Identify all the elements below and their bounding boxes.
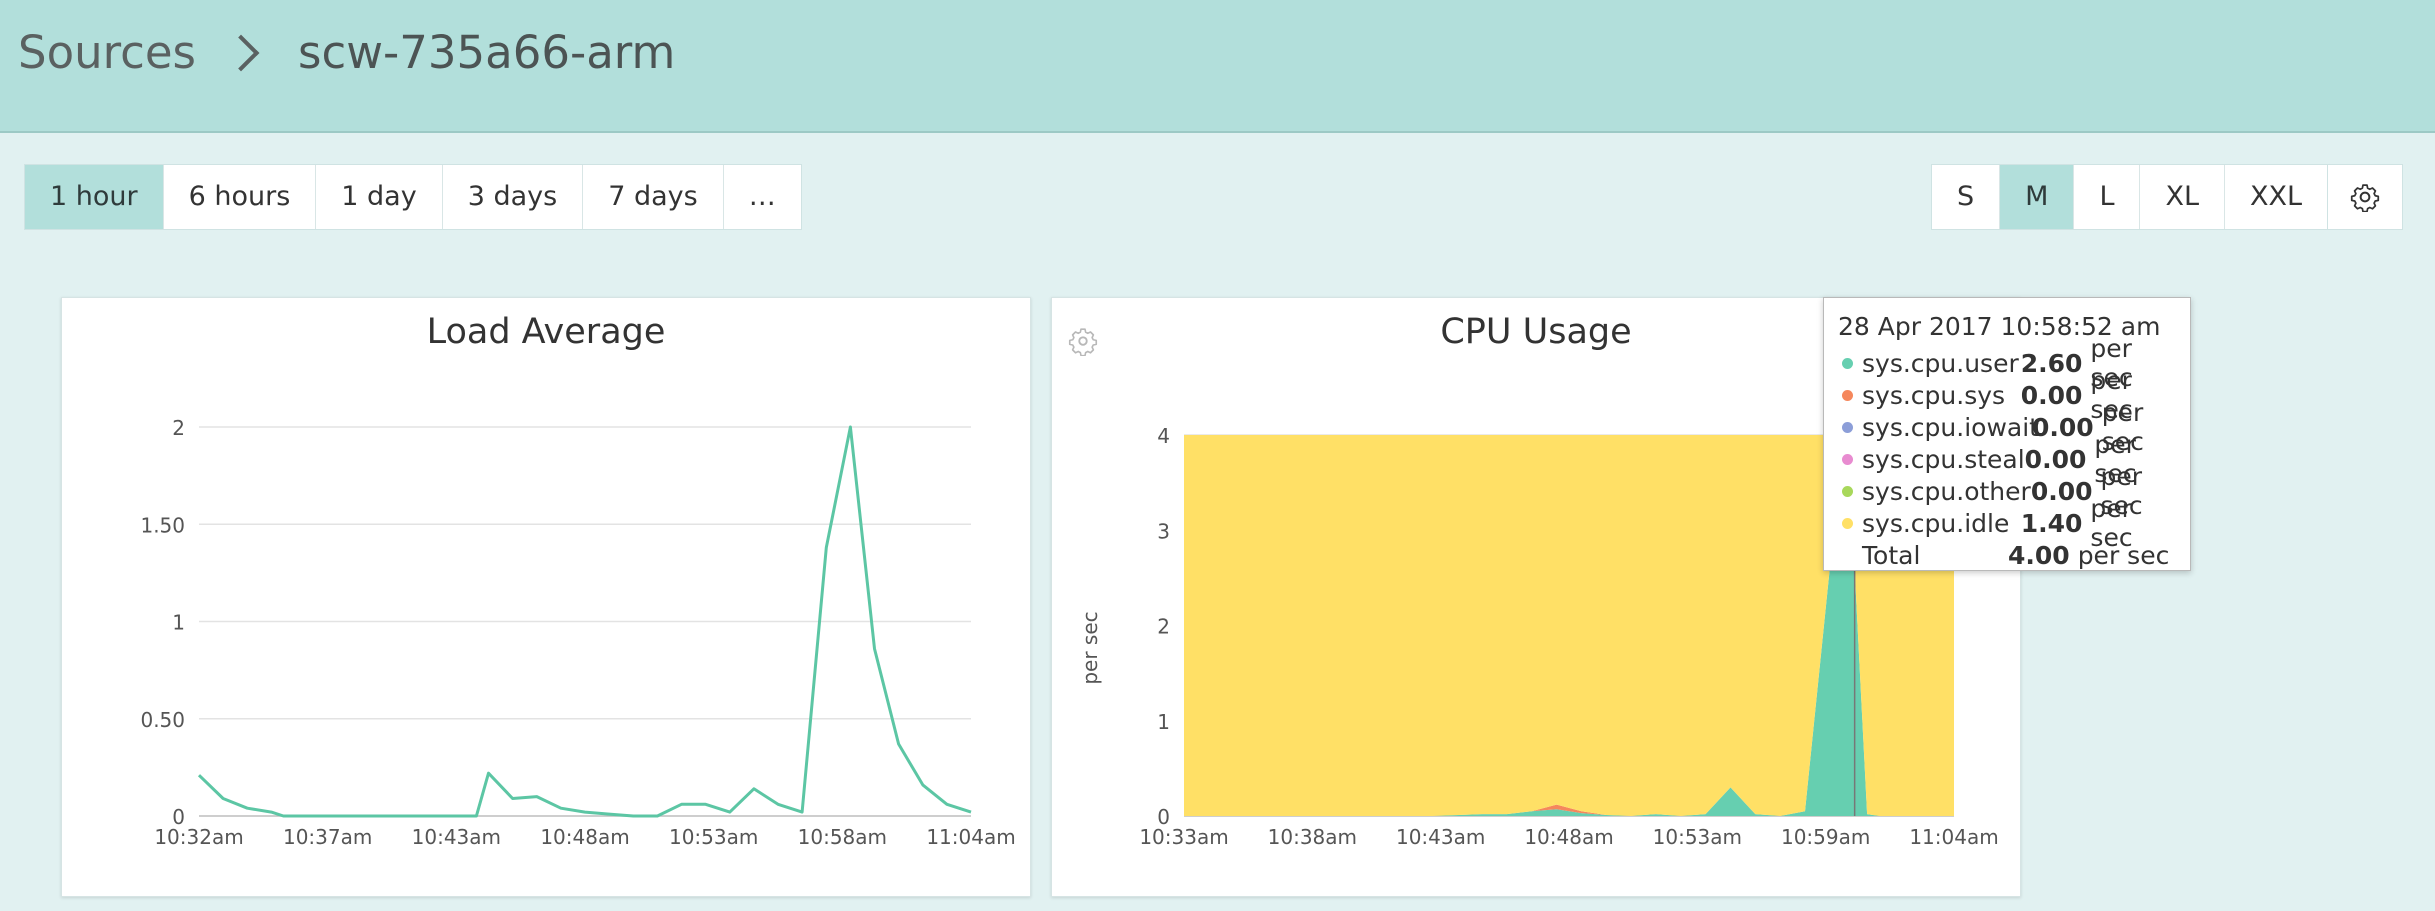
series-dot-icon	[1842, 389, 1853, 401]
tooltip-series-name: sys.cpu.idle	[1862, 508, 2010, 538]
tooltip-row: sys.cpu.idle 1.40 per sec	[1838, 494, 2176, 552]
dashboard-settings-button[interactable]	[2327, 164, 2403, 230]
time-range-option-4[interactable]: 7 days	[583, 165, 724, 229]
x-tick-label: 10:59am	[1781, 825, 1870, 849]
x-tick-label: 10:58am	[798, 825, 887, 849]
x-tick-label: 10:33am	[1139, 825, 1228, 849]
time-range-option-0[interactable]: 1 hour	[25, 165, 164, 229]
load-average-chart: 00.5011.50210:32am 10:37am 10:43am 10:48am 1…	[140, 416, 1015, 849]
breadcrumb-sources-link[interactable]: Sources	[18, 26, 196, 79]
tooltip-total-row: Total 4.00 per sec	[1838, 539, 2176, 571]
tooltip-series-name: sys.cpu.other	[1862, 476, 2031, 506]
y-tick-label: 1.50	[140, 513, 185, 537]
tooltip-series-name: sys.cpu.sys	[1862, 380, 2006, 410]
y-tick-label: 2	[172, 416, 185, 440]
x-tick-label: 10:38am	[1268, 825, 1357, 849]
tooltip-series-value: 0.00	[2032, 412, 2094, 442]
series-dot-icon	[1842, 357, 1853, 369]
tooltip-total-label: Total	[1862, 540, 1921, 570]
x-tick-label: 10:37am	[283, 825, 372, 849]
x-tick-label: 10:48am	[1524, 825, 1613, 849]
top-bar: Sources scw-735a66-arm	[0, 0, 2435, 133]
gear-icon	[2350, 184, 2380, 212]
x-tick-label: 10:53am	[1653, 825, 1742, 849]
time-range-option-2[interactable]: 1 day	[316, 165, 443, 229]
y-tick-label: 4	[1157, 424, 1170, 448]
x-tick-label: 11:04am	[1909, 825, 1998, 849]
x-tick-label: 10:43am	[412, 825, 501, 849]
y-tick-label: 3	[1157, 519, 1170, 543]
series-dot-icon	[1842, 453, 1853, 465]
breadcrumb: Sources scw-735a66-arm	[18, 26, 675, 79]
chart-tooltip: 28 Apr 2017 10:58:52 am sys.cpu.user 2.60…	[1823, 297, 2191, 571]
x-tick-label: 10:32am	[154, 825, 243, 849]
y-tick-label: 0.50	[140, 708, 185, 732]
load-average-panel: Load Average 0 0.50 1 1.50 2 10:32am 10:37am 10…	[61, 297, 1031, 897]
time-range-selector: 1 hour 6 hours 1 day 3 days 7 days…	[24, 164, 802, 230]
tooltip-series-value: 2.60	[2020, 348, 2083, 378]
tooltip-series-value: 0.00	[2030, 476, 2093, 506]
time-range-option-3[interactable]: 3 days	[442, 165, 584, 229]
tooltip-total-value: 4.00	[2008, 540, 2070, 570]
x-tick-label: 10:48am	[540, 825, 629, 849]
time-range-option-5[interactable]: …	[723, 165, 801, 229]
page-title: scw-735a66-arm	[298, 26, 676, 79]
y-tick-label: 2	[1157, 615, 1170, 639]
x-tick-label: 10:53am	[669, 825, 758, 849]
tooltip-series-name: sys.cpu.steal	[1862, 444, 2025, 474]
time-range-option-1[interactable]: 6 hours	[163, 165, 317, 229]
size-option-0[interactable]: S	[1932, 165, 2001, 229]
tooltip-series-name: sys.cpu.user	[1862, 348, 2019, 378]
series-dot-icon	[1842, 485, 1853, 497]
tooltip-series-value: 1.40	[2020, 508, 2083, 538]
x-tick-label: 10:43am	[1396, 825, 1485, 849]
y-tick-label: 1	[1157, 710, 1170, 734]
series-dot-icon	[1842, 421, 1853, 433]
tooltip-series-value: 0.00	[2024, 444, 2087, 474]
graph-size-selector: S M L XL XXL	[1931, 164, 2329, 230]
x-tick-label: 11:04am	[926, 825, 1015, 849]
chevron-right-icon	[222, 34, 260, 71]
size-option-3[interactable]: XL	[2140, 165, 2226, 229]
tooltip-series-value: 0.00	[2020, 380, 2083, 410]
y-axis-label: per sec	[1078, 611, 1102, 684]
size-option-4[interactable]: XXL	[2225, 165, 2328, 229]
size-option-1[interactable]: M	[2000, 165, 2075, 229]
tooltip-series-name: sys.cpu.iowait	[1862, 412, 2039, 442]
y-tick-label: 1	[172, 611, 185, 635]
size-option-2[interactable]: L	[2074, 165, 2141, 229]
tooltip-total-unit: per sec	[2077, 540, 2170, 570]
series-dot-icon	[1842, 517, 1853, 529]
